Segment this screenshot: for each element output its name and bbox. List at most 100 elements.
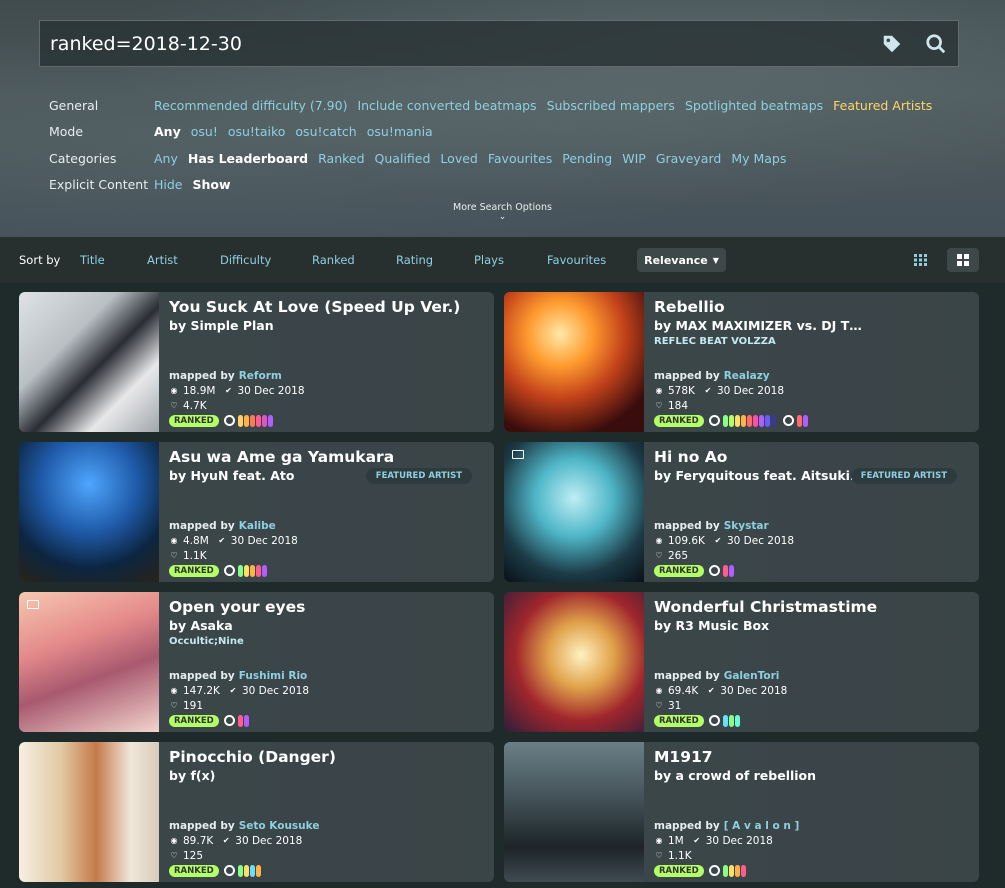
beatmap-card[interactable]: You Suck At Love (Speed Up Ver.) by Simpl… bbox=[19, 292, 494, 432]
difficulty-pip[interactable] bbox=[243, 564, 249, 577]
sort-rating[interactable]: Rating bbox=[396, 253, 433, 267]
mapper-link[interactable]: Fushimi Rio bbox=[239, 670, 308, 682]
beatmap-thumbnail[interactable] bbox=[504, 592, 644, 732]
difficulty-pip[interactable] bbox=[752, 414, 758, 427]
sort-favourites[interactable]: Favourites bbox=[547, 253, 606, 267]
difficulty-pip[interactable] bbox=[249, 414, 255, 427]
difficulty-pip[interactable] bbox=[722, 714, 728, 727]
filter-option[interactable]: Graveyard bbox=[656, 151, 722, 166]
filter-option[interactable]: Show bbox=[193, 177, 231, 192]
difficulty-pip[interactable] bbox=[722, 864, 728, 877]
mapper-link[interactable]: GalenTori bbox=[724, 670, 780, 682]
beatmap-title[interactable]: M1917 bbox=[654, 748, 969, 766]
filter-option[interactable]: Qualified bbox=[375, 151, 431, 166]
filter-option[interactable]: osu!mania bbox=[367, 124, 433, 139]
featured-artist-badge[interactable]: FEATURED ARTIST bbox=[850, 468, 957, 484]
filter-option[interactable]: Subscribed mappers bbox=[547, 98, 675, 113]
list-view-button[interactable] bbox=[905, 248, 937, 272]
filter-option[interactable]: Recommended difficulty (7.90) bbox=[154, 98, 347, 113]
sort-title[interactable]: Title bbox=[80, 253, 105, 267]
beatmap-thumbnail[interactable] bbox=[504, 742, 644, 882]
mapper-link[interactable]: Seto Kousuke bbox=[239, 820, 320, 832]
beatmap-title[interactable]: Pinocchio (Danger) bbox=[169, 748, 484, 766]
filter-option[interactable]: WIP bbox=[622, 151, 646, 166]
sort-plays[interactable]: Plays bbox=[474, 253, 504, 267]
filter-option[interactable]: Loved bbox=[440, 151, 477, 166]
difficulty-pip[interactable] bbox=[728, 714, 734, 727]
sort-difficulty[interactable]: Difficulty bbox=[220, 253, 271, 267]
beatmap-title[interactable]: Hi no Ao bbox=[654, 448, 969, 466]
chevron-down-icon[interactable]: ⌄ bbox=[0, 213, 1005, 222]
difficulty-pip[interactable] bbox=[770, 414, 776, 427]
difficulty-pip[interactable] bbox=[796, 414, 802, 427]
difficulty-pip[interactable] bbox=[802, 414, 808, 427]
filter-option[interactable]: Pending bbox=[562, 151, 612, 166]
mapper-link[interactable]: Skystar bbox=[724, 520, 769, 532]
filter-option[interactable]: osu! bbox=[191, 124, 218, 139]
card-view-button[interactable] bbox=[947, 248, 979, 272]
difficulty-pip[interactable] bbox=[734, 864, 740, 877]
filter-option[interactable]: osu!taiko bbox=[228, 124, 286, 139]
beatmap-title[interactable]: Open your eyes bbox=[169, 598, 484, 616]
difficulty-pip[interactable] bbox=[249, 864, 255, 877]
sort-relevance-active[interactable]: Relevance ▼ bbox=[637, 248, 726, 272]
difficulty-pip[interactable] bbox=[255, 564, 261, 577]
filter-option[interactable]: Has Leaderboard bbox=[188, 151, 308, 166]
difficulty-pip[interactable] bbox=[722, 564, 728, 577]
beatmap-thumbnail[interactable] bbox=[19, 292, 159, 432]
difficulty-pip[interactable] bbox=[243, 414, 249, 427]
more-search-options[interactable]: More Search Options ⌄ bbox=[0, 202, 1005, 222]
beatmap-thumbnail[interactable] bbox=[19, 442, 159, 582]
difficulty-pip[interactable] bbox=[261, 564, 267, 577]
beatmap-title[interactable]: Asu wa Ame ga Yamukara bbox=[169, 448, 484, 466]
filter-option-featured-artists[interactable]: Featured Artists bbox=[833, 98, 932, 113]
beatmap-card[interactable]: Asu wa Ame ga Yamukara by HyuN feat. Ato F… bbox=[19, 442, 494, 582]
filter-option[interactable]: Any bbox=[154, 151, 178, 166]
filter-option[interactable]: Favourites bbox=[488, 151, 552, 166]
filter-option[interactable]: My Maps bbox=[731, 151, 786, 166]
sort-artist[interactable]: Artist bbox=[147, 253, 178, 267]
difficulty-pip[interactable] bbox=[255, 864, 261, 877]
mapper-link[interactable]: Reform bbox=[239, 370, 282, 382]
beatmap-title[interactable]: You Suck At Love (Speed Up Ver.) bbox=[169, 298, 484, 316]
beatmap-thumbnail[interactable] bbox=[19, 742, 159, 882]
search-input[interactable] bbox=[40, 21, 870, 66]
filter-option[interactable]: Hide bbox=[154, 177, 183, 192]
difficulty-pip[interactable] bbox=[746, 414, 752, 427]
tag-icon[interactable] bbox=[870, 22, 914, 66]
difficulty-pip[interactable] bbox=[734, 414, 740, 427]
beatmap-title[interactable]: Rebellio bbox=[654, 298, 969, 316]
beatmap-card[interactable]: Pinocchio (Danger) by f(x) mapped by Seto K… bbox=[19, 742, 494, 882]
beatmap-thumbnail[interactable] bbox=[504, 442, 644, 582]
difficulty-pip[interactable] bbox=[740, 864, 746, 877]
difficulty-pip[interactable] bbox=[237, 414, 243, 427]
filter-option[interactable]: Include converted beatmaps bbox=[357, 98, 536, 113]
beatmap-thumbnail[interactable] bbox=[504, 292, 644, 432]
beatmap-card[interactable]: M1917 by a crowd of rebellion mapped by [ A… bbox=[504, 742, 979, 882]
difficulty-pip[interactable] bbox=[758, 414, 764, 427]
difficulty-pip[interactable] bbox=[261, 414, 267, 427]
featured-artist-badge[interactable]: FEATURED ARTIST bbox=[365, 468, 472, 484]
difficulty-pip[interactable] bbox=[237, 564, 243, 577]
search-box[interactable] bbox=[39, 20, 959, 67]
difficulty-pip[interactable] bbox=[267, 414, 273, 427]
beatmap-card[interactable]: Open your eyes by Asaka Occultic;Nine mappe… bbox=[19, 592, 494, 732]
difficulty-pip[interactable] bbox=[728, 414, 734, 427]
difficulty-pip[interactable] bbox=[764, 414, 770, 427]
filter-option[interactable]: osu!catch bbox=[295, 124, 356, 139]
difficulty-pip[interactable] bbox=[243, 864, 249, 877]
sort-relevance-label[interactable]: Relevance bbox=[644, 254, 708, 267]
difficulty-pip[interactable] bbox=[722, 414, 728, 427]
difficulty-pip[interactable] bbox=[243, 714, 249, 727]
difficulty-pip[interactable] bbox=[237, 864, 243, 877]
search-icon[interactable] bbox=[914, 22, 958, 66]
mapper-link[interactable]: [ A v a l o n ] bbox=[724, 820, 800, 832]
filter-option[interactable]: Any bbox=[154, 124, 181, 139]
difficulty-pip[interactable] bbox=[255, 414, 261, 427]
difficulty-pip[interactable] bbox=[237, 714, 243, 727]
mapper-link[interactable]: Realazy bbox=[724, 370, 770, 382]
beatmap-thumbnail[interactable] bbox=[19, 592, 159, 732]
filter-option[interactable]: Ranked bbox=[318, 151, 364, 166]
beatmap-card[interactable]: Wonderful Christmastime by R3 Music Box ma… bbox=[504, 592, 979, 732]
beatmap-card[interactable]: Hi no Ao by Feryquitous feat. Aitsuki ...… bbox=[504, 442, 979, 582]
